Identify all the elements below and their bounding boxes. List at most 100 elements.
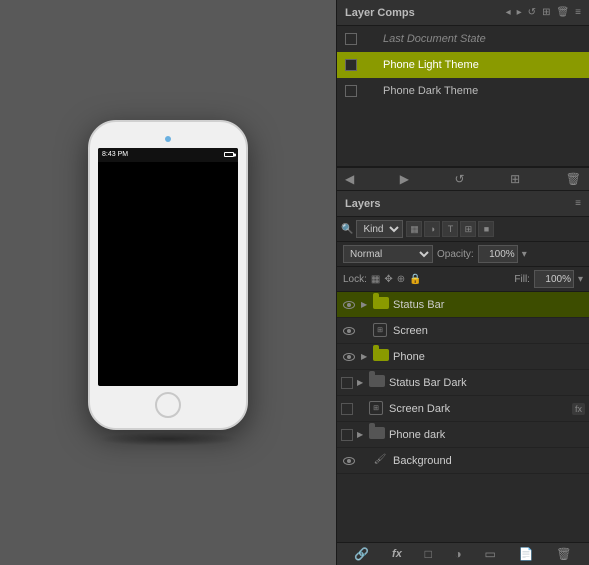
opacity-input[interactable]	[478, 245, 518, 263]
fill-input[interactable]	[534, 270, 574, 288]
layer-checkbox-screen-dark[interactable]	[341, 403, 353, 415]
opacity-row: Opacity: ▾	[437, 245, 583, 263]
layer-item-status-bar[interactable]: ▶ Status Bar	[337, 292, 589, 318]
layer-item-status-bar-dark[interactable]: ▶ Status Bar Dark	[337, 370, 589, 396]
lock-move-icon[interactable]: ✥	[384, 274, 392, 285]
layer-comps-refresh-icon[interactable]: ↺	[528, 7, 536, 18]
layer-item-background[interactable]: 🖌 Background	[337, 448, 589, 474]
layer-expand-phone-dark[interactable]: ▶	[357, 430, 365, 439]
opacity-arrow-icon[interactable]: ▾	[522, 249, 527, 260]
filter-effect-icon[interactable]: ■	[478, 221, 494, 237]
right-panel: Layer Comps ◂ ▸ ↺ ⊞ 🗑 ≡ Last Document St…	[336, 0, 589, 565]
layer-name-screen: Screen	[393, 325, 585, 337]
fill-label: Fill:	[514, 274, 530, 285]
nav-delete-btn[interactable]: 🗑	[566, 172, 581, 186]
layer-visibility-screen[interactable]	[341, 323, 357, 339]
layer-checkbox-status-bar-dark[interactable]	[341, 377, 353, 389]
layer-item-screen[interactable]: ⊞ Screen	[337, 318, 589, 344]
layer-visibility-phone[interactable]	[341, 349, 357, 365]
phone-mockup: 8:43 PM	[88, 120, 248, 446]
layers-panel: Layers ≡ 🔍 Kind ▦ ◑ T ⊞ ■ Normal Opacity…	[337, 191, 589, 565]
filter-adjust-icon[interactable]: ◑	[424, 221, 440, 237]
layer-expand-status-bar-dark[interactable]: ▶	[357, 378, 365, 387]
phone-status-bar: 8:43 PM	[98, 148, 238, 162]
layer-comps-collapse-icon[interactable]: ◂	[506, 7, 511, 18]
layers-header: Layers ≡	[337, 191, 589, 217]
phone-screen: 8:43 PM	[98, 148, 238, 386]
comp-icon-last-doc	[363, 32, 377, 46]
layer-thumb-phone	[373, 349, 389, 365]
layers-mask-btn[interactable]: ▭	[485, 547, 496, 561]
layers-mode-row: Normal Opacity: ▾	[337, 242, 589, 267]
layer-checkbox-phone-dark[interactable]	[341, 429, 353, 441]
layer-thumb-screen: ⊞	[373, 323, 389, 339]
kind-dropdown[interactable]: Kind	[356, 220, 403, 238]
blend-mode-dropdown[interactable]: Normal	[343, 245, 433, 263]
layer-visibility-status-bar[interactable]	[341, 297, 357, 313]
comp-checkbox-phone-light[interactable]	[345, 59, 357, 71]
layers-new-layer-btn[interactable]: 📄	[519, 547, 534, 561]
layer-thumb-screen-dark: ⊞	[369, 401, 385, 417]
layer-name-phone: Phone	[393, 351, 585, 363]
layer-name-background: Background	[393, 455, 585, 467]
layers-delete-btn[interactable]: 🗑	[556, 547, 571, 561]
comp-icon-phone-light	[363, 58, 377, 72]
layers-title: Layers	[345, 198, 380, 210]
layer-thumb-phone-dark	[369, 427, 385, 443]
eye-icon-screen	[343, 327, 355, 335]
layer-comps-apply-icon[interactable]: ⊞	[542, 7, 550, 18]
layers-new-group-btn[interactable]: □	[425, 547, 432, 561]
layer-expand-status-bar[interactable]: ▶	[361, 300, 369, 309]
nav-apply-btn[interactable]: ⊞	[510, 172, 520, 186]
layers-menu-icon[interactable]: ≡	[575, 198, 581, 209]
nav-next-btn[interactable]: ▶	[400, 172, 409, 186]
folder-icon-status-bar	[373, 297, 389, 309]
layer-expand-phone[interactable]: ▶	[361, 352, 369, 361]
layer-comps-menu-icon[interactable]: ≡	[575, 7, 581, 18]
filter-type-icon[interactable]: T	[442, 221, 458, 237]
eye-icon-background	[343, 457, 355, 465]
brush-icon-background: 🖌	[373, 453, 387, 467]
comp-item-phone-light[interactable]: Phone Light Theme	[337, 52, 589, 78]
lock-label: Lock:	[343, 274, 367, 285]
lock-artboard-icon[interactable]: ⊕	[397, 274, 405, 285]
comp-layers-icon	[364, 59, 376, 71]
layers-adjustment-btn[interactable]: ◑	[455, 547, 462, 561]
lock-icons: ▦ ✥ ⊕ 🔒	[371, 274, 422, 285]
layer-item-screen-dark[interactable]: ⊞ Screen Dark fx	[337, 396, 589, 422]
filter-smart-icon[interactable]: ⊞	[460, 221, 476, 237]
layer-list: ▶ Status Bar ⊞ Screen	[337, 292, 589, 542]
opacity-label: Opacity:	[437, 249, 474, 260]
filter-icons: ▦ ◑ T ⊞ ■	[406, 221, 494, 237]
phone-time: 8:43 PM	[102, 151, 128, 158]
comp-item-phone-dark[interactable]: Phone Dark Theme	[337, 78, 589, 104]
nav-refresh-btn[interactable]: ↺	[455, 172, 465, 186]
fill-arrow-icon[interactable]: ▾	[578, 274, 583, 285]
fill-row: Fill: ▾	[514, 270, 583, 288]
layer-comps-delete-icon[interactable]: 🗑	[556, 7, 569, 18]
smart-icon-screen-dark: ⊞	[369, 401, 383, 415]
nav-prev-btn[interactable]: ◀	[345, 172, 354, 186]
layer-comps-expand-icon[interactable]: ▸	[517, 7, 522, 18]
layers-lock-row: Lock: ▦ ✥ ⊕ 🔒 Fill: ▾	[337, 267, 589, 292]
comp-name-phone-dark: Phone Dark Theme	[383, 85, 478, 97]
comp-checkbox-last-doc[interactable]	[345, 33, 357, 45]
filter-pixel-icon[interactable]: ▦	[406, 221, 422, 237]
layers-fx-btn[interactable]: fx	[392, 548, 402, 560]
phone-frame: 8:43 PM	[88, 120, 248, 430]
layer-name-status-bar: Status Bar	[393, 299, 585, 311]
layer-item-phone-dark[interactable]: ▶ Phone dark	[337, 422, 589, 448]
layer-comps-header-icons: ◂ ▸ ↺ ⊞ 🗑 ≡	[506, 7, 581, 18]
comp-item-last-doc[interactable]: Last Document State	[337, 26, 589, 52]
phone-camera-dot	[165, 136, 171, 142]
lock-pixels-icon[interactable]: ▦	[371, 274, 380, 285]
folder-icon-status-bar-dark	[369, 375, 385, 387]
eye-icon-phone	[343, 353, 355, 361]
layer-visibility-background[interactable]	[341, 453, 357, 469]
layers-link-btn[interactable]: 🔗	[354, 547, 369, 561]
layer-comps-list: Last Document State Phone Light Theme Ph…	[337, 26, 589, 166]
lock-all-icon[interactable]: 🔒	[409, 274, 421, 285]
folder-icon-phone	[373, 349, 389, 361]
layer-item-phone[interactable]: ▶ Phone	[337, 344, 589, 370]
comp-checkbox-phone-dark[interactable]	[345, 85, 357, 97]
